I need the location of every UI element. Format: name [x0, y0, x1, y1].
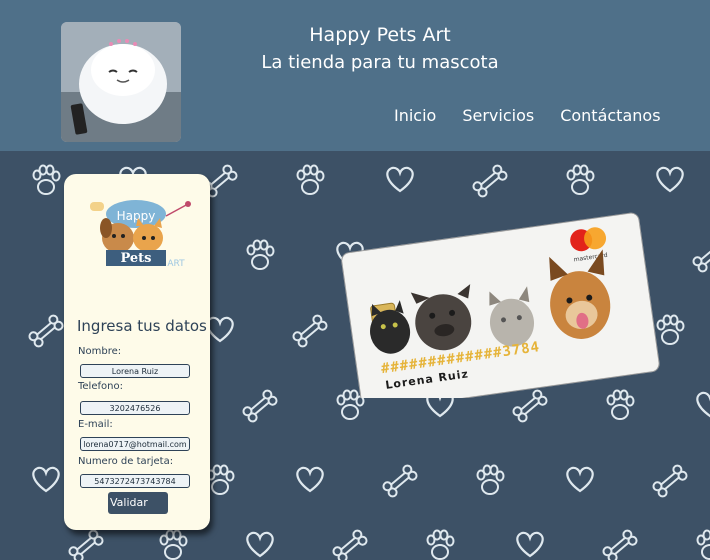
bone-pattern-icon: [26, 312, 66, 350]
heart-pattern-icon: [516, 531, 544, 558]
bone-pattern-icon: [690, 237, 710, 275]
heart-pattern-icon: [386, 166, 414, 193]
paw-pattern-icon: [426, 529, 455, 560]
email-field[interactable]: [80, 437, 190, 451]
card-number-field[interactable]: [80, 474, 190, 488]
bone-pattern-icon: [650, 462, 690, 500]
happy-pets-art-logo: Happy Pets ART: [90, 200, 191, 269]
credit-card-preview: mastercard #############3784 Lorena Ruiz: [341, 212, 660, 398]
main-nav: Inicio Servicios Contáctanos: [394, 106, 661, 125]
label-numero-tarjeta: Numero de tarjeta:: [78, 456, 174, 467]
heart-pattern-icon: [32, 466, 60, 493]
nav-servicios[interactable]: Servicios: [462, 106, 534, 125]
heart-pattern-icon: [296, 466, 324, 493]
nav-contactanos[interactable]: Contáctanos: [560, 106, 660, 125]
site-subtitle: La tienda para tu mascota: [261, 52, 499, 73]
bone-pattern-icon: [470, 162, 510, 200]
label-email: E-mail:: [78, 419, 113, 430]
nav-inicio[interactable]: Inicio: [394, 106, 436, 125]
logo-word-pets: Pets: [120, 251, 151, 266]
heart-pattern-icon: [566, 466, 594, 493]
bone-pattern-icon: [330, 527, 370, 560]
pet-photo: [61, 22, 181, 142]
form-title: Ingresa tus datos: [77, 317, 207, 335]
label-nombre: Nombre:: [78, 346, 122, 357]
bone-pattern-icon: [240, 387, 280, 425]
paw-pattern-icon: [566, 164, 595, 195]
brand-block: Happy Pets Art La tienda para tu mascota: [250, 22, 510, 78]
site-title: Happy Pets Art: [309, 24, 451, 46]
paw-pattern-icon: [32, 164, 61, 195]
logo-word-art: ART: [167, 259, 185, 269]
paw-pattern-icon: [476, 464, 505, 495]
paw-pattern-icon: [696, 529, 710, 560]
label-telefono: Telefono:: [78, 381, 123, 392]
paw-pattern-icon: [296, 164, 325, 195]
heart-pattern-icon: [696, 391, 710, 418]
heart-pattern-icon: [656, 166, 684, 193]
bone-pattern-icon: [66, 527, 106, 560]
form-panel: Happy Pets ART Ingresa tus datos Nombre:…: [64, 174, 210, 530]
fluffy-pet-image: [61, 22, 181, 142]
paw-pattern-icon: [246, 239, 275, 270]
heart-pattern-icon: [206, 316, 234, 343]
paw-pattern-icon: [206, 464, 235, 495]
nombre-field[interactable]: [80, 364, 190, 378]
heart-pattern-icon: [246, 531, 274, 558]
validar-button[interactable]: Validar: [108, 492, 168, 514]
bone-pattern-icon: [600, 527, 640, 560]
site-header: Happy Pets Art La tienda para tu mascota…: [0, 0, 710, 151]
telefono-field[interactable]: [80, 401, 190, 415]
logo-word-happy: Happy: [117, 209, 156, 223]
paw-pattern-icon: [159, 529, 188, 560]
bone-pattern-icon: [290, 312, 330, 350]
bone-pattern-icon: [380, 462, 420, 500]
